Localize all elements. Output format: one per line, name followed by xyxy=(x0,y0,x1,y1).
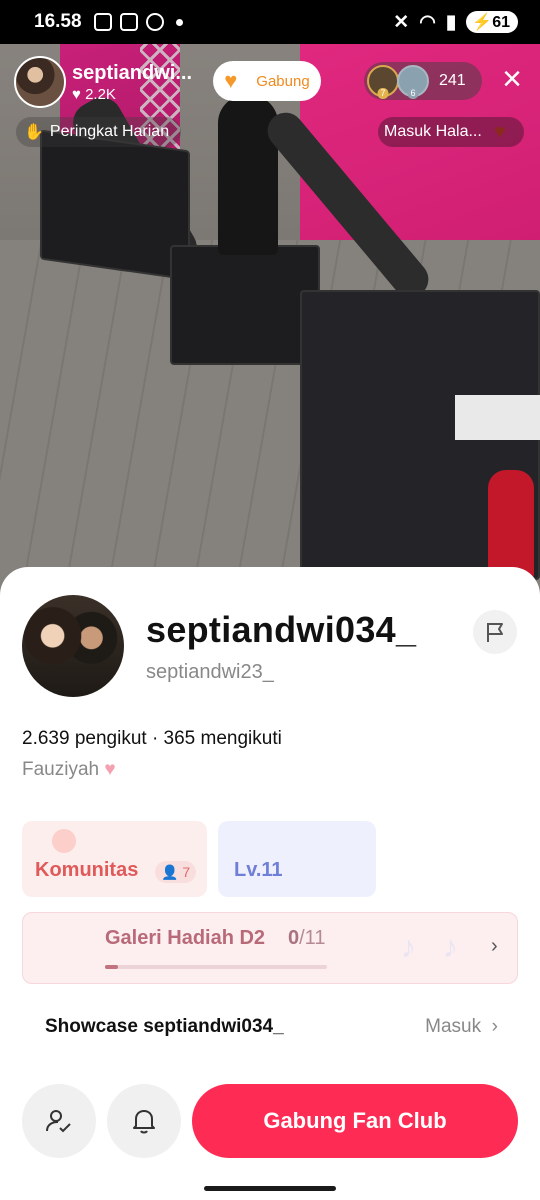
join-button[interactable]: ♥ Gabung xyxy=(213,61,321,101)
viewer-list[interactable]: 7 6 241 xyxy=(364,62,482,100)
tiktok-icon: ♪ xyxy=(401,931,416,964)
chevron-right-icon: › xyxy=(491,1016,498,1037)
tiktok-icon: ♪ xyxy=(443,931,458,964)
viewer-count: 241 xyxy=(439,72,466,89)
host-name: septiandwi... xyxy=(72,61,193,84)
home-indicator xyxy=(204,1186,336,1191)
profile-handle: septiandwi23_ xyxy=(146,661,274,683)
community-member-badge: 👤 7 xyxy=(155,861,197,883)
battery-indicator: ⚡61 xyxy=(466,11,518,33)
notification-dot-icon xyxy=(175,18,183,26)
follow-stats: 2.639 pengikut · 365 mengikuti xyxy=(22,728,282,749)
heart-plus-icon: ♥ xyxy=(224,68,238,93)
join-fan-club-button[interactable]: Gabung Fan Club xyxy=(192,1084,518,1158)
mute-icon: ✕ xyxy=(393,11,410,33)
community-glow xyxy=(52,829,76,853)
gift-progress: 0/11 xyxy=(288,927,326,949)
viewer-avatar[interactable]: 7 xyxy=(367,65,399,99)
close-icon[interactable]: × xyxy=(496,62,528,96)
gift-gallery-title: Galeri Hadiah D2 xyxy=(105,927,266,949)
heart-icon: ♥ xyxy=(72,85,81,103)
showcase-enter: Masuk › xyxy=(425,1016,498,1037)
status-time: 16.58 xyxy=(34,11,82,32)
gift-progress-fill xyxy=(105,965,119,969)
crew-person xyxy=(218,95,278,255)
daily-ranking-button[interactable]: ✋ Peringkat Harian xyxy=(16,117,182,147)
profile-bio: Fauziyah ♥ xyxy=(22,759,116,780)
showcase-label: Showcase septiandwi034_ xyxy=(45,1016,284,1037)
case-label xyxy=(455,395,540,440)
level-label: Lv.11 xyxy=(234,859,283,881)
gift-gallery-card[interactable]: Galeri Hadiah D2 0/11 ♪ ♪ › xyxy=(22,912,518,984)
speaker-box xyxy=(40,129,190,281)
chat-icon xyxy=(145,13,164,31)
chevron-right-icon: › xyxy=(491,935,498,957)
hand-icon: ✋ xyxy=(24,124,44,141)
host-likes: ♥ 2.2K xyxy=(72,85,116,103)
speaker-box xyxy=(170,245,320,365)
status-bar: 16.58 ✕ ◠ ▮ ⚡61 xyxy=(0,0,540,44)
heart-icon: ♥ xyxy=(104,759,116,780)
flag-icon xyxy=(487,623,503,642)
host-info[interactable]: septiandwi... ♥ 2.2K xyxy=(14,56,214,108)
screenshot-icon xyxy=(93,13,112,31)
community-card[interactable]: Komunitas 👤 7 xyxy=(22,821,207,897)
checkbox-icon xyxy=(119,13,138,31)
report-button[interactable] xyxy=(473,610,517,654)
fire-extinguisher xyxy=(488,470,534,580)
profile-avatar[interactable] xyxy=(22,595,124,697)
level-card[interactable]: Lv.11 xyxy=(218,821,376,897)
gift-progress-bar xyxy=(105,965,327,969)
community-label: Komunitas xyxy=(35,859,139,881)
enter-page-button[interactable]: Masuk Hala... ♥ xyxy=(378,117,524,147)
bell-icon xyxy=(133,1110,155,1134)
profile-sheet: septiandwi034_ septiandwi23_ 2.639 pengi… xyxy=(0,567,540,1200)
user-check-icon xyxy=(46,1110,71,1133)
person-icon: 👤 xyxy=(161,864,179,880)
action-bar: Gabung Fan Club xyxy=(0,1084,540,1158)
showcase-row[interactable]: Showcase septiandwi034_ Masuk › xyxy=(22,999,518,1055)
follow-status-button[interactable] xyxy=(22,1084,96,1158)
wifi-icon: ◠ xyxy=(419,11,436,33)
host-avatar[interactable] xyxy=(14,56,66,108)
profile-display-name: septiandwi034_ xyxy=(146,609,417,650)
heart-icon: ♥ xyxy=(494,120,506,143)
signal-icon: ▮ xyxy=(445,11,457,33)
viewer-avatar[interactable]: 6 xyxy=(397,65,429,99)
notification-button[interactable] xyxy=(107,1084,181,1158)
